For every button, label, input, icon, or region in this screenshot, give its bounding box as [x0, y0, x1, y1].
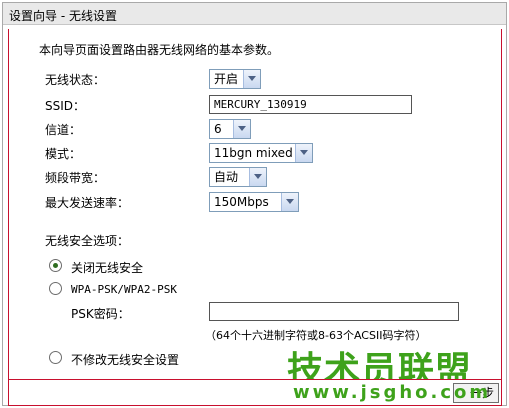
chevron-down-icon: [295, 144, 312, 162]
max-rate-label: 最大发送速率：: [45, 196, 130, 210]
wireless-status-label: 无线状态：: [45, 73, 106, 87]
radio-wpa-psk-label: WPA-PSK/WPA2-PSK: [71, 283, 177, 296]
radio-disable-security[interactable]: [49, 259, 62, 272]
chevron-down-icon: [249, 168, 266, 186]
chevron-down-icon: [233, 120, 250, 138]
form-panel: 本向导页面设置路由器无线网络的基本参数。 无线状态： 开启 SSID： MERC…: [8, 29, 502, 391]
max-rate-select[interactable]: 150Mbps: [209, 192, 299, 212]
bandwidth-select[interactable]: 自动: [209, 167, 267, 187]
wizard-window: 设置向导 - 无线设置 本向导页面设置路由器无线网络的基本参数。 无线状态： 开…: [2, 2, 507, 406]
radio-wpa-psk[interactable]: [49, 282, 62, 295]
radio-keep-security-label: 不修改无线安全设置: [71, 353, 180, 367]
psk-label: PSK密码：: [71, 307, 130, 321]
chevron-down-icon: [243, 70, 260, 88]
channel-label: 信道：: [45, 123, 82, 137]
bandwidth-label: 频段带宽：: [45, 171, 106, 185]
ssid-input[interactable]: MERCURY_130919: [209, 95, 412, 114]
wireless-status-select[interactable]: 开启: [209, 69, 261, 89]
radio-keep-security[interactable]: [49, 351, 62, 364]
page-title: 设置向导 - 无线设置: [9, 9, 117, 23]
psk-password-input[interactable]: [209, 302, 459, 321]
chevron-down-icon: [281, 193, 298, 211]
title-bar: 设置向导 - 无线设置: [3, 3, 506, 25]
intro-text: 本向导页面设置路由器无线网络的基本参数。: [39, 43, 280, 57]
channel-select[interactable]: 6: [209, 119, 251, 139]
radio-disable-security-label: 关闭无线安全: [71, 261, 144, 275]
watermark-url: www.jsgho.com: [293, 382, 492, 403]
mode-label: 模式：: [45, 147, 82, 161]
ssid-label: SSID：: [45, 99, 86, 113]
mode-select[interactable]: 11bgn mixed: [209, 143, 313, 163]
security-heading: 无线安全选项：: [45, 234, 130, 248]
